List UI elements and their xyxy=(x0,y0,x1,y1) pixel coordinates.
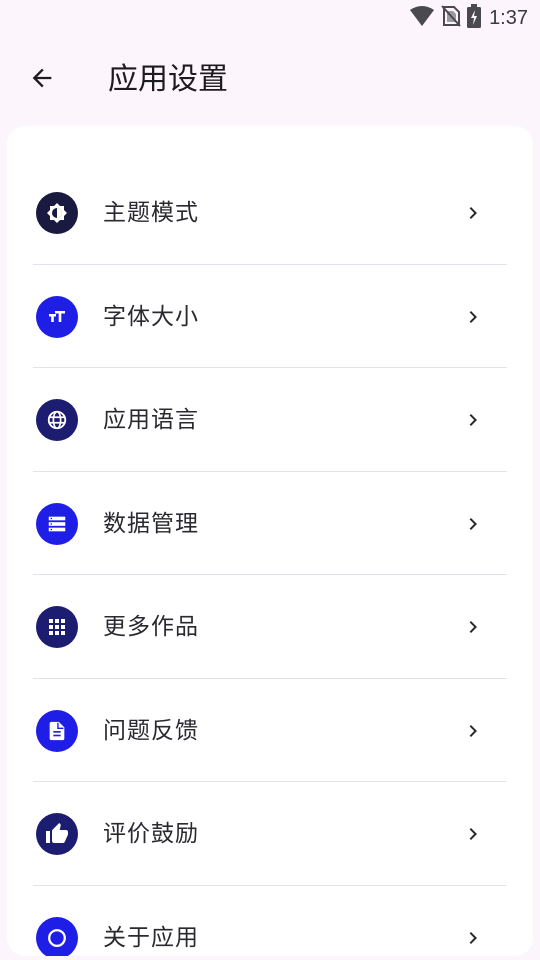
settings-item-label: 字体大小 xyxy=(103,303,199,330)
chevron-right-icon xyxy=(461,305,485,329)
settings-item-label: 数据管理 xyxy=(103,510,199,537)
settings-item-feedback[interactable]: 问题反馈 xyxy=(7,679,533,782)
no-sim-icon xyxy=(441,5,461,31)
apps-grid-icon xyxy=(36,606,78,648)
arrow-left-icon xyxy=(28,64,56,96)
page-title: 应用设置 xyxy=(108,62,228,97)
settings-card: 主题模式 字体大小 应用语言 数据管理 更多作品 问题反馈 评价鼓励 关于应用 xyxy=(7,126,533,956)
settings-item-data-management[interactable]: 数据管理 xyxy=(7,472,533,575)
chevron-right-icon xyxy=(461,719,485,743)
wifi-icon xyxy=(409,5,435,31)
chevron-right-icon xyxy=(461,822,485,846)
chevron-right-icon xyxy=(461,512,485,536)
settings-item-about[interactable]: 关于应用 xyxy=(7,886,533,956)
back-button[interactable] xyxy=(18,56,66,104)
chevron-right-icon xyxy=(461,201,485,225)
text-size-icon xyxy=(36,295,78,338)
feedback-document-icon xyxy=(36,709,78,752)
chevron-right-icon xyxy=(461,926,485,950)
battery-charging-icon xyxy=(467,4,482,32)
settings-item-language[interactable]: 应用语言 xyxy=(7,368,533,472)
status-bar: 1:37 xyxy=(0,0,540,36)
settings-list: 主题模式 字体大小 应用语言 数据管理 更多作品 问题反馈 评价鼓励 关于应用 xyxy=(7,161,533,956)
status-icons: 1:37 xyxy=(409,4,528,32)
theme-mode-icon xyxy=(36,192,78,234)
chevron-right-icon xyxy=(461,408,485,432)
settings-item-label: 问题反馈 xyxy=(103,717,199,744)
settings-item-label: 更多作品 xyxy=(103,614,199,640)
chevron-right-icon xyxy=(461,615,485,639)
storage-list-icon xyxy=(36,502,78,545)
settings-item-more-apps[interactable]: 更多作品 xyxy=(7,575,533,679)
app-bar: 应用设置 xyxy=(0,36,540,124)
settings-item-theme-mode[interactable]: 主题模式 xyxy=(7,161,533,265)
settings-item-label: 关于应用 xyxy=(103,924,199,951)
settings-item-label: 评价鼓励 xyxy=(103,821,199,847)
status-time: 1:37 xyxy=(489,6,528,29)
settings-item-label: 应用语言 xyxy=(103,407,199,433)
globe-icon xyxy=(36,399,78,441)
thumb-up-icon xyxy=(36,813,78,855)
settings-item-label: 主题模式 xyxy=(103,200,199,226)
about-circle-icon xyxy=(36,916,78,956)
settings-item-rate-app[interactable]: 评价鼓励 xyxy=(7,782,533,886)
settings-item-font-size[interactable]: 字体大小 xyxy=(7,265,533,368)
